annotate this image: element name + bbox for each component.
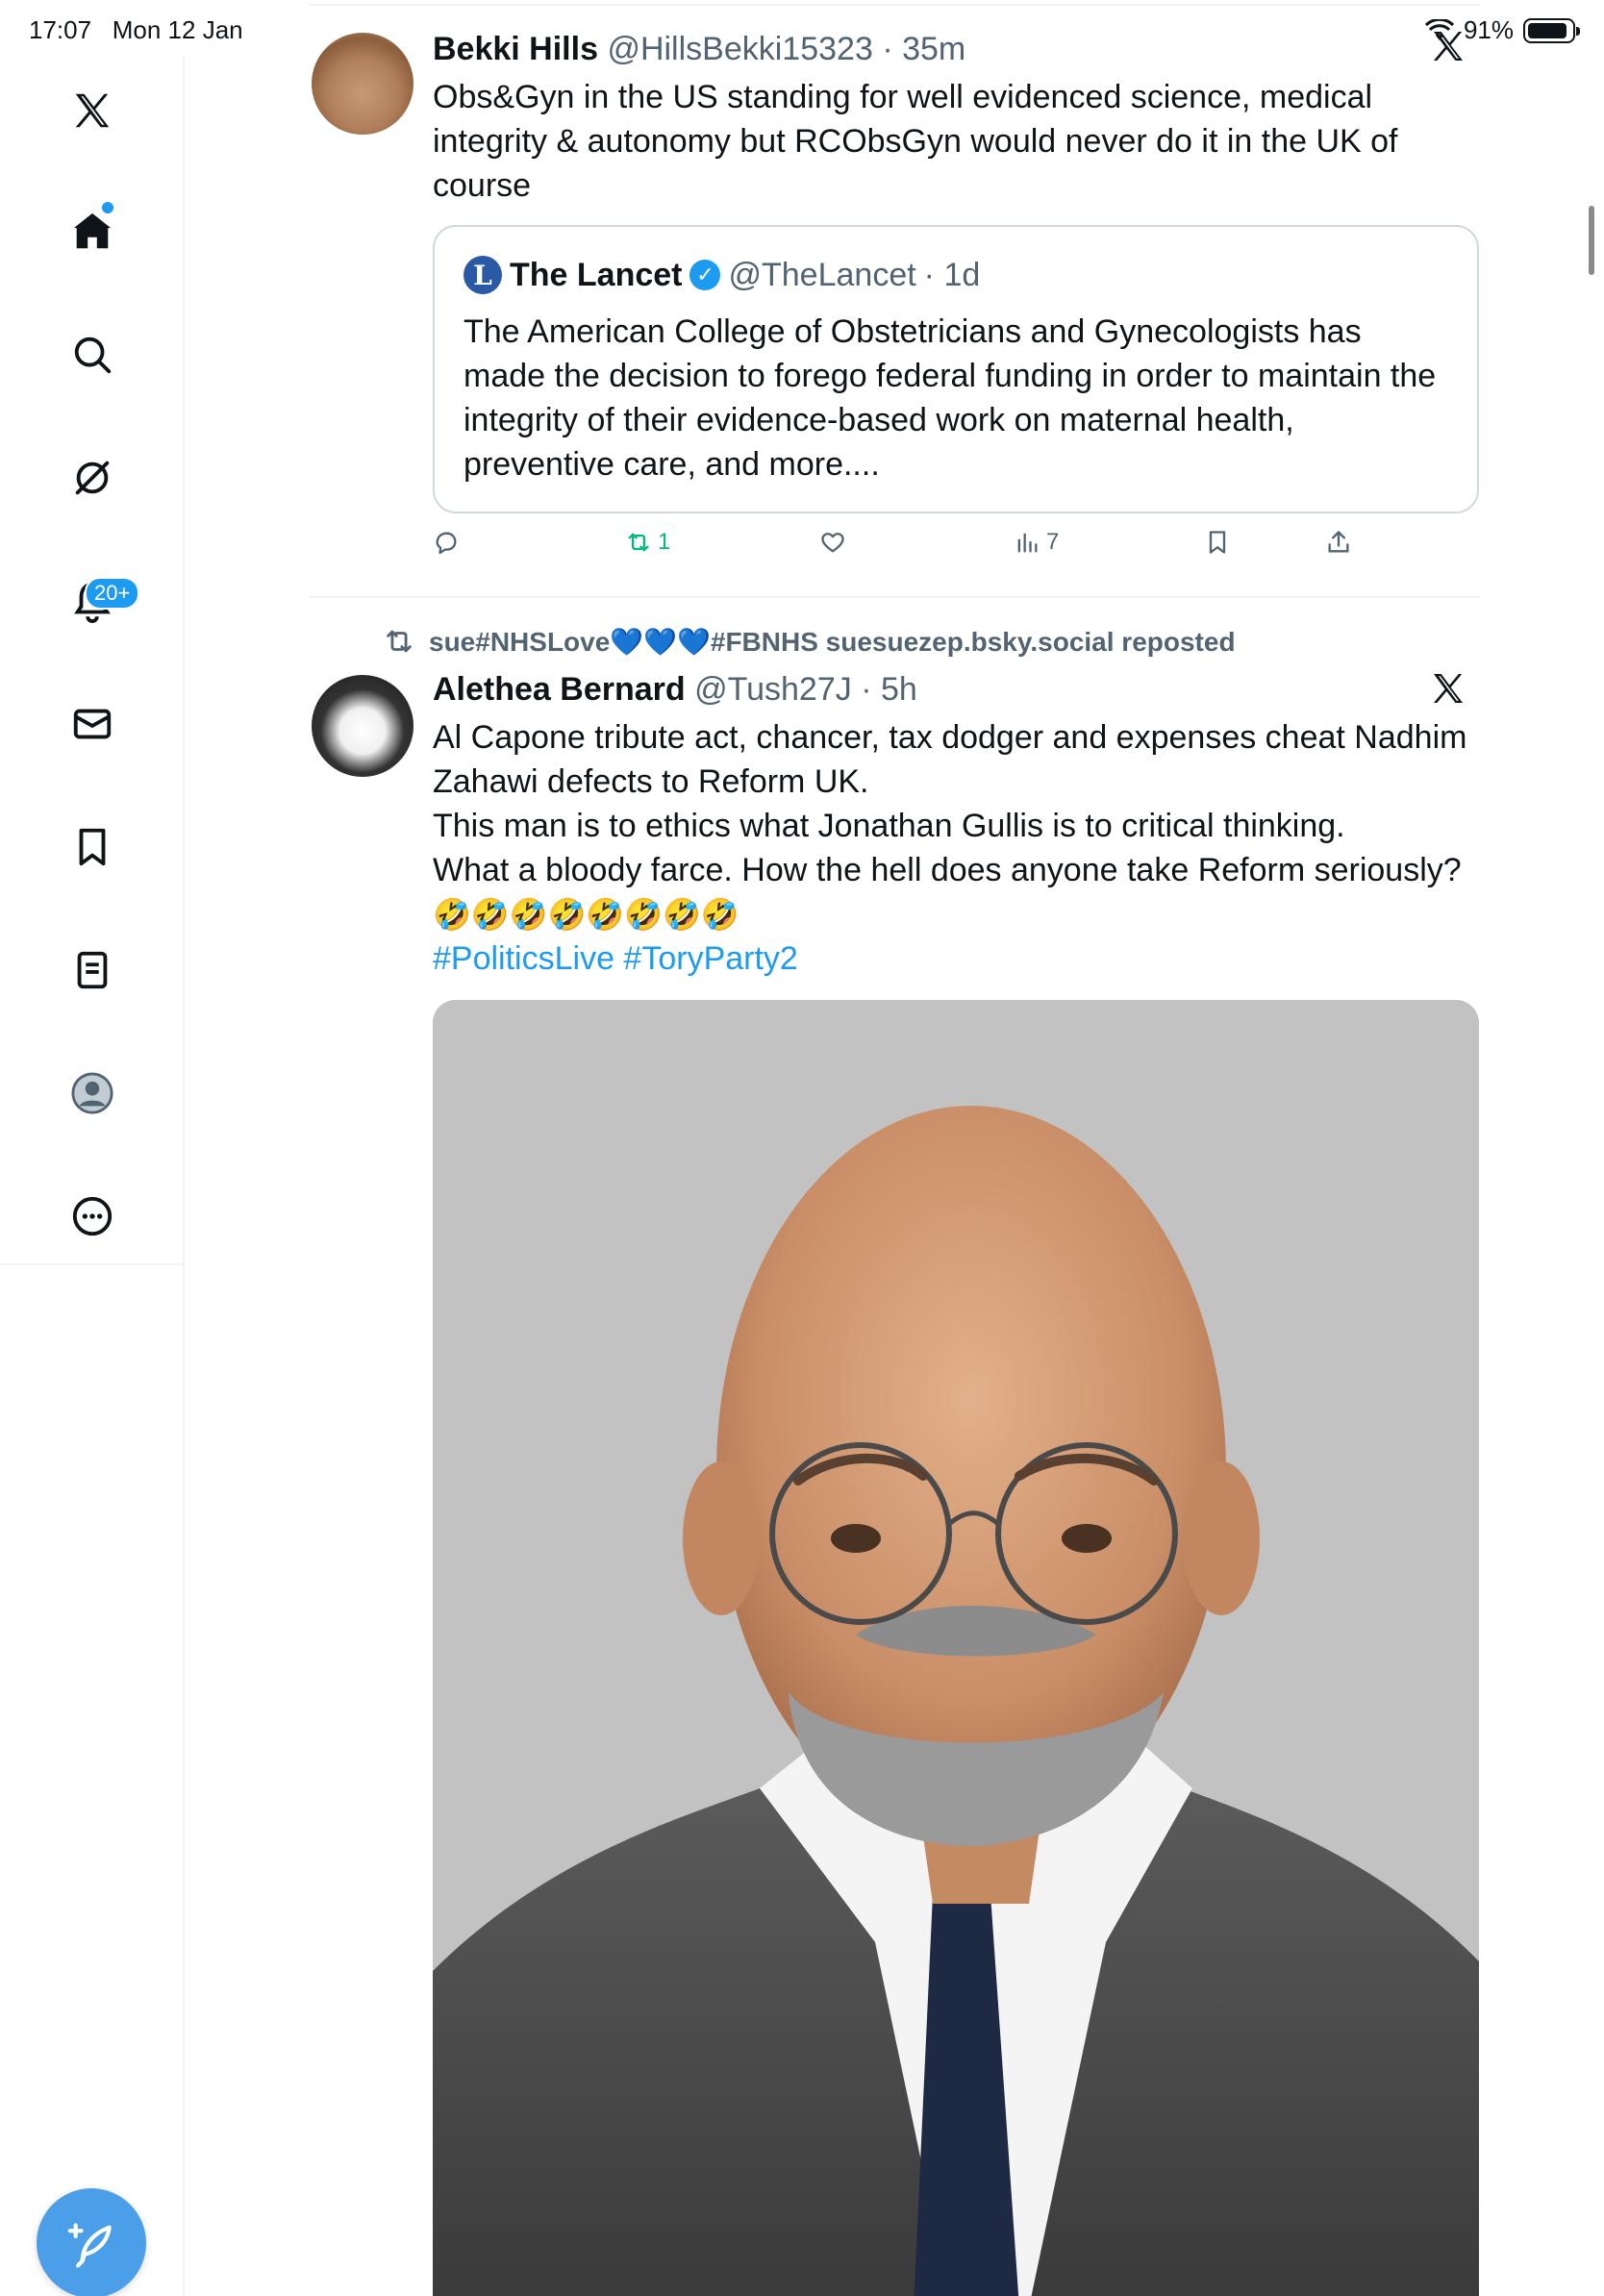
views-button[interactable]: 7 [1014,529,1059,556]
bookmark-icon [1209,531,1226,554]
clock-date: Mon 12 Jan [112,15,243,44]
x-logo-icon[interactable] [0,67,185,154]
nav-search[interactable] [0,312,185,398]
heart-icon [821,533,844,553]
x-logo-icon[interactable] [1429,669,1467,708]
repost-indicator[interactable]: sue#NHSLove💙💙💙#FBNHS suesuezep.bsky.soci… [383,625,1236,658]
more-icon [72,1196,113,1236]
profile-icon [71,1072,113,1114]
quoted-tweet[interactable]: L The Lancet ✓ @TheLancet · 1d The Ameri… [433,225,1479,513]
retweet-button[interactable]: 1 [625,529,670,556]
tweet-actions: 1 7 [433,529,1394,567]
quoted-author-handle: @TheLancet [728,256,916,293]
tweet-text-line: integrity & autonomy but RCObsGyn would … [433,123,1398,160]
lists-icon [77,951,108,989]
hashtag-links[interactable]: #PoliticsLive #ToryParty2 [433,936,1481,981]
bookmark-icon [79,828,106,866]
emoji-row: 🤣🤣🤣🤣🤣🤣🤣🤣 [433,897,739,932]
views-count: 7 [1046,529,1060,555]
retweet-icon [628,533,649,552]
nav-lists[interactable] [0,927,185,1013]
quoted-text-line: integrity of their evidence-based work o… [464,402,1294,438]
views-chart-icon [1017,533,1038,553]
tweet-text-line: Al Capone tribute act, chancer, tax dodg… [433,719,1467,756]
compose-button[interactable] [37,2188,146,2296]
tweet-photo[interactable] [433,1000,1479,2296]
bookmark-button[interactable] [1204,529,1231,556]
grok-icon [75,461,110,495]
reply-button[interactable] [433,529,465,556]
notification-badge: 20+ [85,577,140,610]
avatar[interactable] [312,33,414,135]
scrollbar[interactable] [1589,206,1594,275]
quoted-tweet-time: · 1d [923,256,981,293]
tweet-text-line: What a bloody farce. How the hell does a… [433,852,1462,888]
share-button[interactable] [1325,529,1352,556]
reply-icon [436,532,457,555]
divider [310,596,1479,598]
tweet-text-line: course [433,167,532,204]
author-name[interactable]: Bekki Hills [433,31,598,67]
nav-more[interactable] [0,1173,185,1260]
tweet-text: Al Capone tribute act, chancer, tax dodg… [433,715,1481,981]
battery-percent: 91% [1463,15,1514,44]
tweet-text-line: This man is to ethics what Jonathan Gull… [433,808,1345,844]
retweet-icon [387,630,412,653]
author-handle[interactable]: @Tush27J [694,671,852,708]
status-time: 17:07 Mon 12 Jan [29,15,243,45]
author-name[interactable]: Alethea Bernard [433,671,686,708]
nav-profile[interactable] [0,1050,185,1136]
tweet-time[interactable]: · 35m [882,31,965,67]
tweet-text: Obs&Gyn in the US standing for well evid… [433,75,1481,208]
compose-icon [67,2223,112,2268]
battery-level-fill [1528,22,1567,38]
clock-time: 17:07 [29,15,92,44]
nav-grok[interactable] [0,435,185,521]
quoted-author-name: The Lancet [510,256,683,293]
like-button[interactable] [819,529,852,556]
lancet-logo-avatar: L [464,256,502,294]
tweet-header: Bekki Hills @HillsBekki15323 · 35m [433,31,965,68]
mail-icon [73,709,112,739]
nav-messages[interactable] [0,681,185,767]
battery-icon [1523,17,1580,43]
tweet-time[interactable]: · 5h [861,671,917,708]
nav-home[interactable] [0,188,185,275]
sidebar-divider [0,1263,185,1265]
tweet-text-line: Zahawi defects to Reform UK. [433,763,869,800]
retweet-count: 1 [658,529,671,555]
verified-badge-icon: ✓ [689,260,721,290]
share-icon [1328,531,1349,553]
avatar[interactable] [312,675,414,777]
quoted-text-line: The American College of Obstetricians an… [464,313,1362,350]
tweet-text-line: Obs&Gyn in the US standing for well evid… [433,79,1373,115]
search-icon [74,337,112,374]
quoted-tweet-header: L The Lancet ✓ @TheLancet · 1d [464,256,980,294]
repost-label: sue#NHSLove💙💙💙#FBNHS suesuezep.bsky.soci… [429,626,1236,657]
nav-bookmarks[interactable] [0,804,185,890]
divider [310,4,1479,6]
portrait-photo-illustration [433,1000,1479,2296]
sidebar: 20+ [0,58,185,2296]
author-handle[interactable]: @HillsBekki15323 [607,31,872,67]
x-logo-icon[interactable] [1429,27,1467,65]
tweet-header: Alethea Bernard @Tush27J · 5h [433,671,917,709]
home-unread-dot [102,202,113,213]
nav-notifications[interactable]: 20+ [0,558,185,644]
quoted-text-line: made the decision to forego federal fund… [464,358,1437,394]
quoted-text-line: preventive care, and more.... [464,446,880,483]
home-icon [73,212,112,249]
quoted-tweet-text: The American College of Obstetricians an… [464,310,1464,487]
